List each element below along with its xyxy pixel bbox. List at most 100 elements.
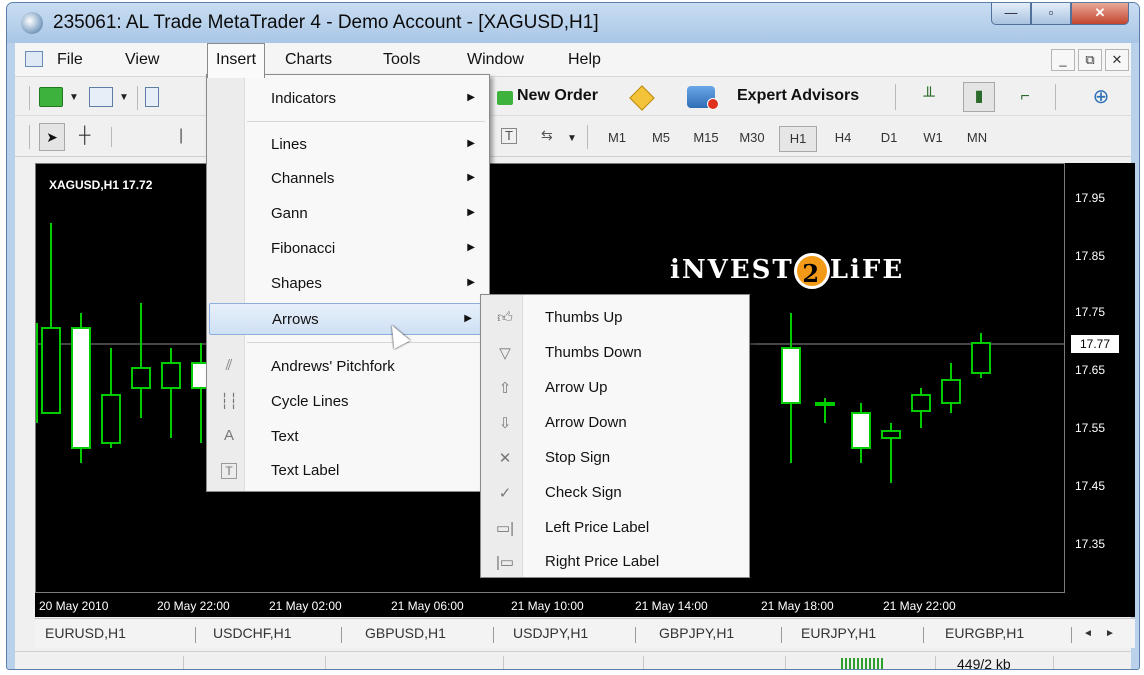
candle-body bbox=[815, 402, 835, 406]
profiles-icon[interactable] bbox=[89, 87, 113, 107]
tab-usdjpy[interactable]: USDJPY,H1 bbox=[513, 625, 588, 641]
menu-item-channels[interactable]: Channels ▶ bbox=[207, 163, 489, 195]
menu-item-label: Cycle Lines bbox=[271, 393, 349, 410]
menu-item-cycle-lines[interactable]: ┆┆ Cycle Lines bbox=[207, 386, 489, 418]
insert-menu: Indicators ▶ Lines ▶ Channels ▶ Gann ▶ F… bbox=[206, 74, 490, 492]
menu-item-indicators[interactable]: Indicators ▶ bbox=[207, 83, 489, 115]
price-tick: 17.55 bbox=[1075, 421, 1106, 435]
status-bar: 449/2 kb bbox=[15, 651, 1131, 670]
menu-item-lines[interactable]: Lines ▶ bbox=[207, 129, 489, 161]
traffic-status: 449/2 kb bbox=[957, 656, 1011, 670]
tab-separator bbox=[1071, 627, 1072, 643]
chart-symbol-label: XAGUSD,H1 17.72 bbox=[49, 178, 153, 192]
menu-item-label: Fibonacci bbox=[271, 240, 336, 257]
candle-body bbox=[41, 327, 61, 414]
text-icon: A bbox=[223, 427, 234, 444]
submenu-item-stop-sign[interactable]: ✕ Stop Sign bbox=[481, 441, 749, 476]
menu-item-fibonacci[interactable]: Fibonacci ▶ bbox=[207, 233, 489, 265]
menu-item-gann[interactable]: Gann ▶ bbox=[207, 198, 489, 230]
candle-body bbox=[911, 394, 931, 412]
title-bar[interactable]: 235061: AL Trade MetaTrader 4 - Demo Acc… bbox=[7, 3, 1139, 43]
minimize-button[interactable]: — bbox=[991, 3, 1031, 25]
new-order-icon[interactable] bbox=[497, 91, 513, 105]
alert-icon[interactable] bbox=[629, 85, 655, 111]
mdi-restore-button[interactable]: ⧉ bbox=[1078, 49, 1102, 71]
expert-advisors-button[interactable]: Expert Advisors bbox=[737, 87, 859, 105]
menu-item-arrows[interactable]: Arrows ▶ bbox=[209, 303, 487, 335]
menu-insert[interactable]: Insert bbox=[207, 43, 266, 78]
document-icon[interactable] bbox=[25, 51, 43, 67]
submenu-arrow-icon: ▶ bbox=[467, 242, 475, 253]
submenu-item-check-sign[interactable]: ✓ Check Sign bbox=[481, 476, 749, 511]
candle-body bbox=[161, 362, 181, 389]
timeframe-m5[interactable]: M5 bbox=[643, 126, 679, 152]
menu-help[interactable]: Help bbox=[568, 43, 601, 77]
arrows-tool-icon[interactable]: ⇆ bbox=[541, 127, 553, 144]
vertical-line-icon[interactable]: | bbox=[179, 127, 183, 145]
timeframe-mn[interactable]: MN bbox=[959, 126, 995, 152]
text-label-icon[interactable]: T bbox=[501, 128, 517, 144]
menu-view[interactable]: View bbox=[125, 43, 159, 77]
submenu-item-label: Right Price Label bbox=[545, 553, 660, 570]
menu-item-text-label[interactable]: T Text Label bbox=[207, 455, 489, 487]
menu-charts[interactable]: Charts bbox=[285, 43, 332, 77]
tab-eurgbp[interactable]: EURGBP,H1 bbox=[945, 625, 1024, 641]
submenu-item-label: Arrow Up bbox=[545, 379, 608, 396]
menu-file[interactable]: File bbox=[57, 43, 83, 77]
bar-chart-icon[interactable]: ╨ bbox=[913, 82, 945, 112]
timeframe-h4[interactable]: H4 bbox=[825, 126, 861, 152]
timeframe-h1[interactable]: H1 bbox=[779, 126, 817, 152]
thumbs-down-icon: ▽ bbox=[499, 345, 511, 362]
zoom-in-icon[interactable]: ⊕ bbox=[1085, 82, 1117, 112]
menu-window[interactable]: Window bbox=[467, 43, 524, 77]
submenu-item-left-price-label[interactable]: ▭| Left Price Label bbox=[481, 511, 749, 546]
new-chart-icon[interactable] bbox=[39, 87, 63, 107]
mdi-controls: _ ⧉ ✕ bbox=[1051, 49, 1129, 71]
right-price-label-icon: |▭ bbox=[495, 554, 515, 571]
menu-tools[interactable]: Tools bbox=[383, 43, 420, 77]
submenu-arrow-icon: ▶ bbox=[467, 138, 475, 149]
submenu-item-arrow-down[interactable]: ⇩ Arrow Down bbox=[481, 406, 749, 441]
close-button[interactable]: ✕ bbox=[1071, 3, 1129, 25]
tab-gbpusd[interactable]: GBPUSD,H1 bbox=[365, 625, 446, 641]
maximize-button[interactable]: ▫ bbox=[1031, 3, 1071, 25]
tab-eurusd[interactable]: EURUSD,H1 bbox=[45, 625, 126, 641]
tab-usdchf[interactable]: USDCHF,H1 bbox=[213, 625, 292, 641]
line-chart-icon[interactable]: ⌐ bbox=[1009, 82, 1041, 112]
tab-scroll-right-icon[interactable]: ► bbox=[1105, 628, 1115, 639]
submenu-item-arrow-up[interactable]: ⇧ Arrow Up bbox=[481, 371, 749, 406]
candle-body bbox=[881, 430, 901, 439]
chevron-down-icon[interactable]: ▼ bbox=[567, 133, 577, 144]
submenu-item-thumbs-down[interactable]: ▽ Thumbs Down bbox=[481, 336, 749, 371]
submenu-item-right-price-label[interactable]: |▭ Right Price Label bbox=[481, 545, 749, 580]
window-title: 235061: AL Trade MetaTrader 4 - Demo Acc… bbox=[53, 12, 599, 33]
timeframe-m1[interactable]: M1 bbox=[599, 126, 635, 152]
candlestick-icon[interactable]: ▮ bbox=[963, 82, 995, 112]
mdi-minimize-button[interactable]: _ bbox=[1051, 49, 1075, 71]
candle-body bbox=[131, 367, 151, 389]
timeframe-w1[interactable]: W1 bbox=[915, 126, 951, 152]
symbol-tabs: EURUSD,H1 USDCHF,H1 GBPUSD,H1 USDJPY,H1 … bbox=[35, 618, 1135, 648]
menu-item-andrews-pitchfork[interactable]: ⫽ Andrews' Pitchfork bbox=[207, 351, 489, 383]
crosshair-icon[interactable]: ┼ bbox=[79, 127, 90, 145]
timeframe-m15[interactable]: M15 bbox=[685, 126, 727, 152]
tab-scroll-left-icon[interactable]: ◄ bbox=[1083, 628, 1093, 639]
menu-item-label: Text Label bbox=[271, 462, 340, 479]
tab-gbpjpy[interactable]: GBPJPY,H1 bbox=[659, 625, 734, 641]
menu-item-text[interactable]: A Text bbox=[207, 421, 489, 453]
candle-body bbox=[781, 347, 801, 404]
chevron-down-icon[interactable]: ▼ bbox=[119, 92, 129, 103]
cursor-icon[interactable]: ➤ bbox=[39, 123, 65, 151]
new-order-button[interactable]: New Order bbox=[517, 87, 598, 105]
submenu-item-thumbs-up[interactable]: 👍︎ Thumbs Up bbox=[481, 301, 749, 336]
menu-item-shapes[interactable]: Shapes ▶ bbox=[207, 268, 489, 300]
timeframe-d1[interactable]: D1 bbox=[871, 126, 907, 152]
tab-separator bbox=[781, 627, 782, 643]
timeframe-m30[interactable]: M30 bbox=[731, 126, 773, 152]
chevron-down-icon[interactable]: ▼ bbox=[69, 92, 79, 103]
market-watch-icon[interactable] bbox=[145, 87, 159, 107]
mdi-close-button[interactable]: ✕ bbox=[1105, 49, 1129, 71]
price-scale[interactable] bbox=[1065, 163, 1135, 593]
submenu-item-label: Thumbs Up bbox=[545, 309, 623, 326]
tab-eurjpy[interactable]: EURJPY,H1 bbox=[801, 625, 876, 641]
